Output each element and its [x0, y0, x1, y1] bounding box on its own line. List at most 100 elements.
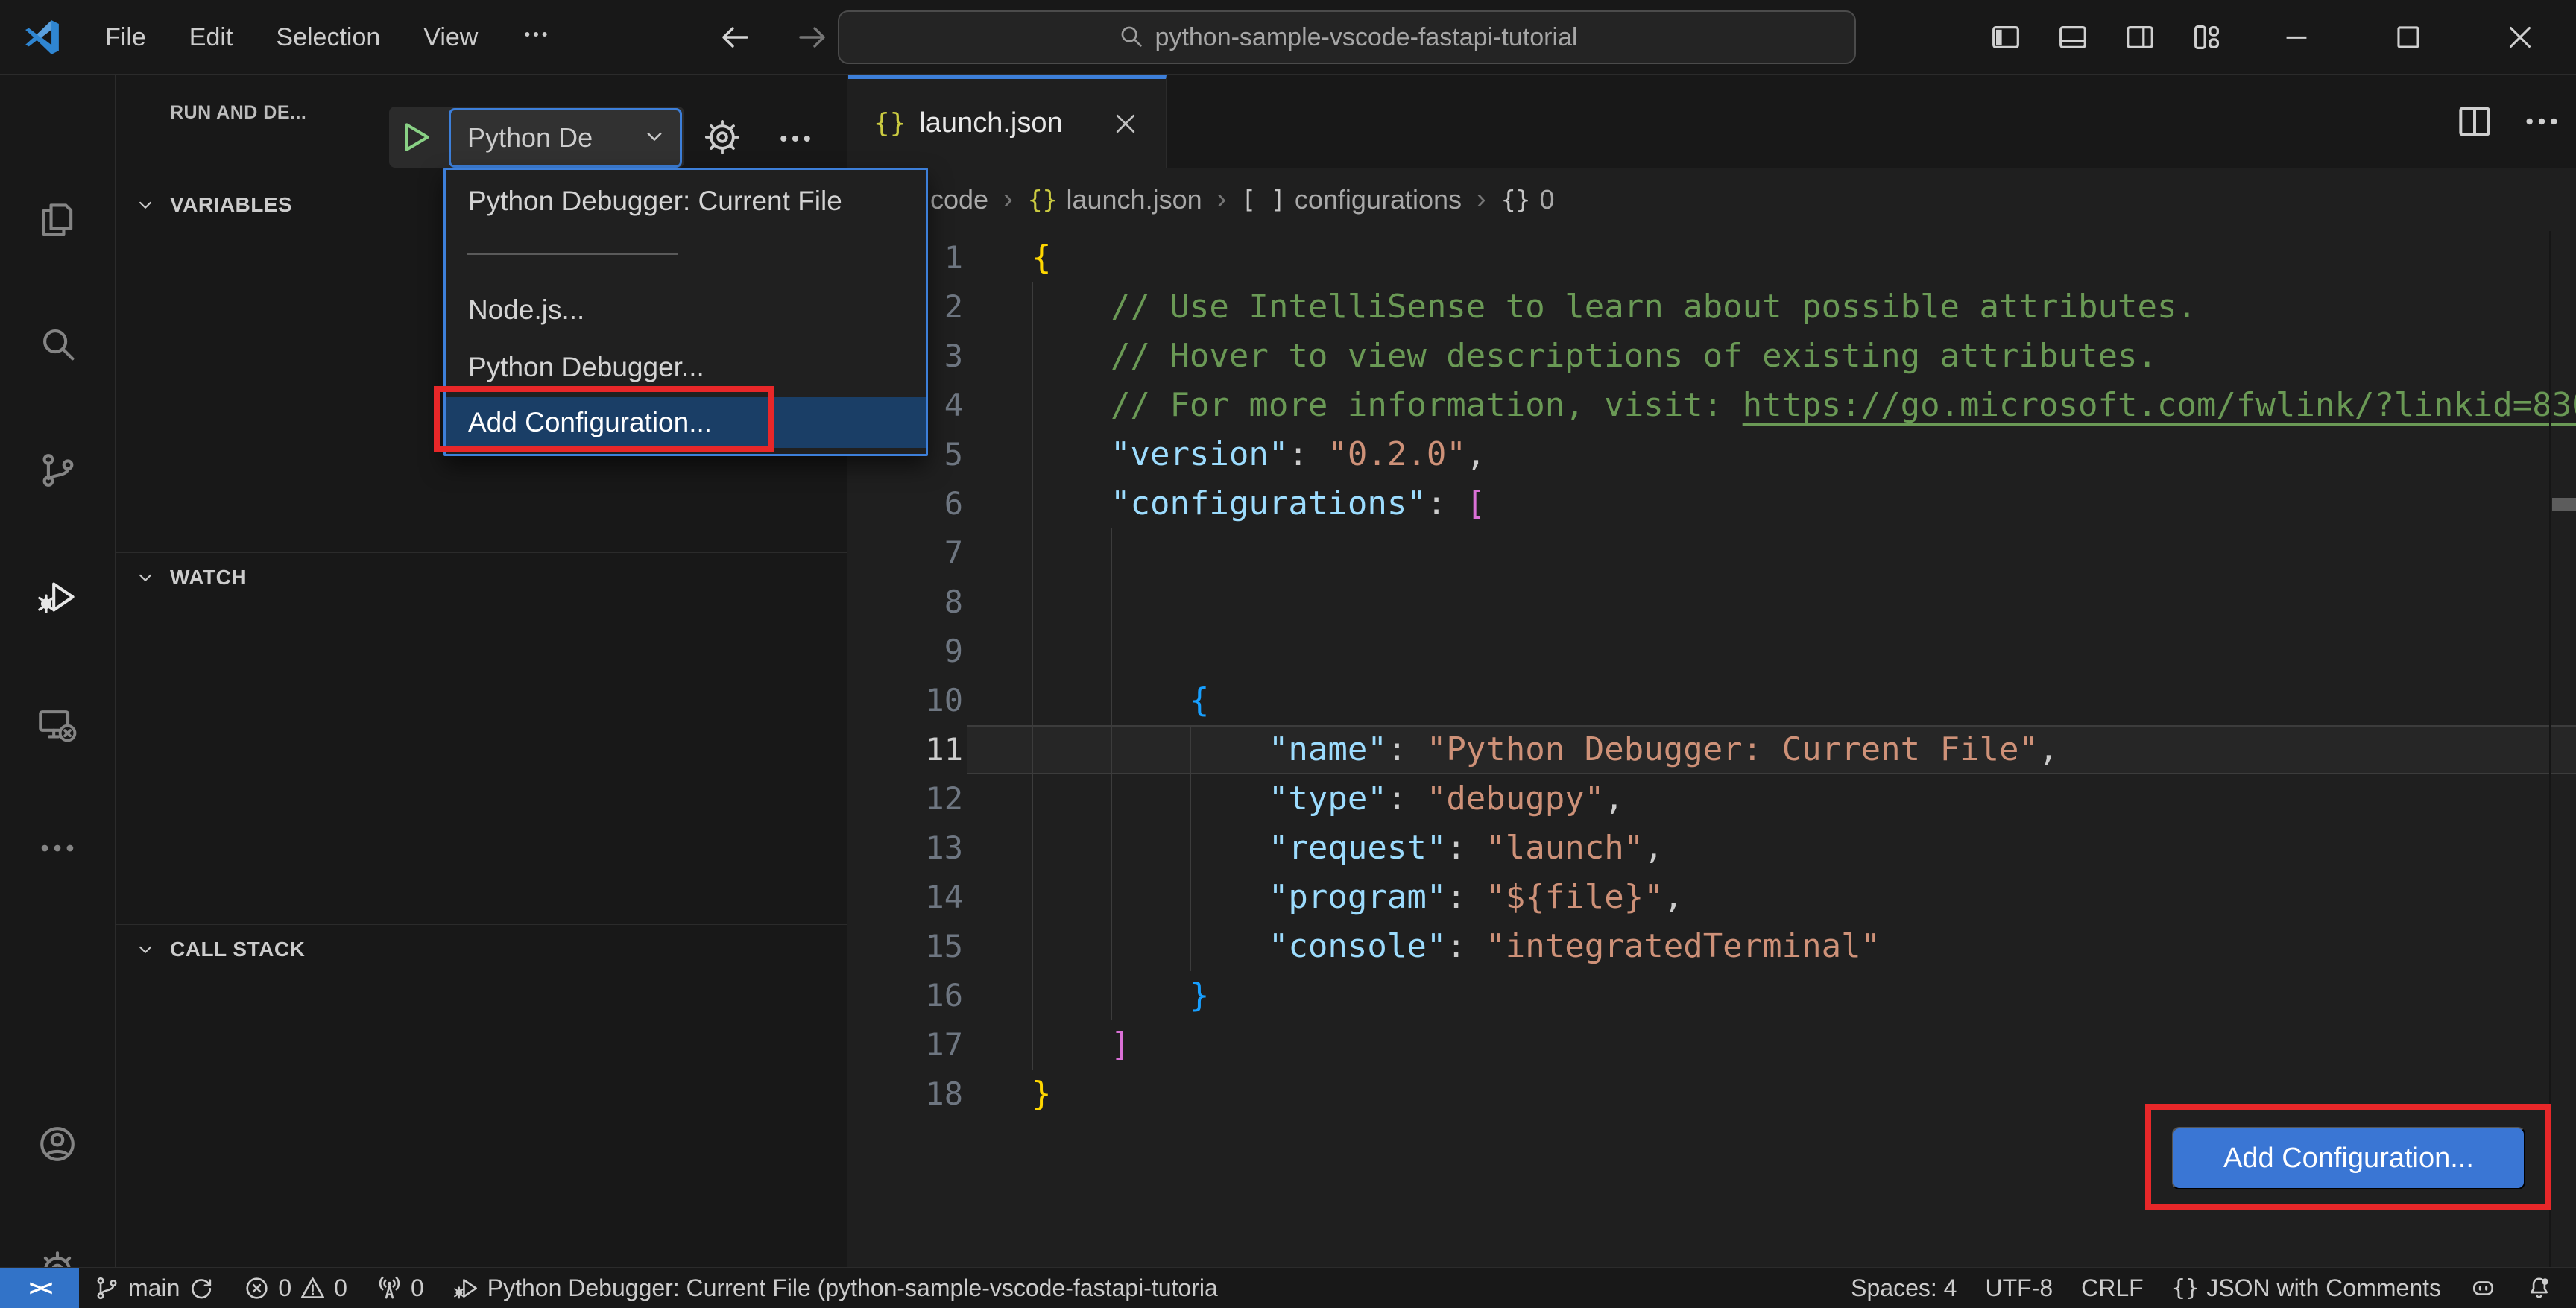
open-launch-json-gear-icon[interactable]: [702, 117, 742, 157]
activity-remote-explorer-remote-explorer-icon[interactable]: [34, 701, 81, 749]
debug-configuration-value: Python De: [467, 122, 593, 153]
line-number[interactable]: 16: [848, 971, 963, 1020]
window-controls: [1972, 0, 2576, 75]
code-line-3: // Hover to view descriptions of existin…: [1110, 337, 2157, 375]
breadcrumb-label: launch.json: [1066, 183, 1202, 215]
toggle-panel-icon[interactable]: [2039, 0, 2106, 75]
status-eol[interactable]: CRLF: [2067, 1268, 2158, 1308]
dropdown-item-python-debugger[interactable]: Python Debugger...: [446, 344, 926, 391]
editor-tab-bar: {} launch.json: [848, 75, 2576, 168]
close-icon[interactable]: [2464, 0, 2576, 75]
line-number[interactable]: 18: [848, 1070, 963, 1119]
maximize-icon[interactable]: [2352, 0, 2464, 75]
status-bar: >< main 0 0 0 Python Debugger: Current File …: [0, 1267, 2576, 1308]
line-number[interactable]: 7: [848, 528, 963, 578]
line-number[interactable]: 17: [848, 1020, 963, 1070]
activity-run-and-debug-debug-icon[interactable]: [34, 573, 81, 621]
menu-view[interactable]: View: [402, 0, 499, 75]
line-number[interactable]: 13: [848, 824, 963, 873]
navigate-forward-icon[interactable]: [795, 19, 830, 55]
annotation-red-box-button: [2145, 1104, 2551, 1210]
status-text: main: [128, 1274, 180, 1301]
code-line-1: {: [1032, 238, 1052, 277]
status-branch[interactable]: main: [79, 1268, 229, 1308]
chevron-down-icon: [134, 566, 157, 589]
bell-dot-icon: [2525, 1274, 2553, 1302]
command-center-search[interactable]: python-sample-vscode-fastapi-tutorial: [838, 10, 1856, 64]
radio-tower-icon: [376, 1274, 403, 1302]
toggle-secondary-sidebar-icon[interactable]: [2106, 0, 2174, 75]
copilot-icon: [2469, 1274, 2497, 1302]
activity-source-control-source-control-icon[interactable]: [34, 446, 81, 494]
breadcrumb-item-code[interactable]: code: [930, 184, 988, 215]
status-text: 0: [334, 1274, 347, 1301]
dropdown-item-node-js[interactable]: Node.js...: [446, 286, 926, 334]
section-watch[interactable]: WATCH: [116, 555, 847, 600]
line-number[interactable]: 11: [848, 725, 963, 774]
line-number[interactable]: 15: [848, 922, 963, 971]
activity-more-views-ellipsis-icon[interactable]: [34, 824, 81, 872]
debug-views-more-icon[interactable]: [775, 119, 815, 159]
tab-launch-json[interactable]: {} launch.json: [848, 75, 1167, 168]
vscode-logo-icon: [21, 16, 63, 58]
menu-file[interactable]: File: [83, 0, 168, 75]
activity-explorer-files-icon[interactable]: [34, 197, 81, 244]
braces-icon: {}: [1500, 185, 1531, 214]
close-icon[interactable]: [1111, 109, 1140, 139]
menu-more[interactable]: [499, 0, 572, 75]
split-editor-icon[interactable]: [2454, 101, 2496, 142]
status-notifications[interactable]: [2511, 1268, 2567, 1308]
dropdown-item-python-debugger-current-file[interactable]: Python Debugger: Current File: [446, 177, 926, 225]
sync-icon: [187, 1274, 215, 1302]
status-text: 0: [410, 1274, 424, 1301]
status-ports[interactable]: 0: [362, 1268, 438, 1308]
code-line-6: "configurations": [: [1110, 484, 1486, 522]
code-line-12: "type": "debugpy",: [1268, 780, 1624, 818]
menu-selection[interactable]: Selection: [254, 0, 402, 75]
error-icon: [243, 1274, 271, 1302]
menu-edit[interactable]: Edit: [168, 0, 255, 75]
line-number[interactable]: 6: [848, 479, 963, 528]
overview-ruler-marker: [2552, 498, 2576, 511]
section-call-stack[interactable]: CALL STACK: [116, 927, 847, 972]
status-debug-status[interactable]: Python Debugger: Current File (python-sa…: [438, 1268, 1232, 1308]
debug-configuration-select[interactable]: Python De: [449, 108, 682, 168]
more-actions-icon[interactable]: [2521, 101, 2563, 142]
code-line-15: "console": "integratedTerminal": [1268, 927, 1881, 965]
breadcrumb-label: 0: [1539, 183, 1555, 215]
code-line-2: // Use IntelliSense to learn about possi…: [1110, 288, 2197, 326]
line-number[interactable]: 14: [848, 873, 963, 922]
breadcrumb: code › {} launch.json › [ ] configurations › {} 0: [848, 168, 2576, 231]
breadcrumb-item-0[interactable]: {} 0: [1501, 184, 1555, 215]
breadcrumb-item-launch.json[interactable]: {} launch.json: [1028, 184, 1202, 215]
remote-indicator[interactable]: ><: [0, 1268, 79, 1308]
code-line-11: "name": "Python Debugger: Current File",: [1268, 730, 2059, 768]
status-encoding[interactable]: UTF-8: [1971, 1268, 2067, 1308]
line-number[interactable]: 10: [848, 676, 963, 725]
breadcrumb-label: configurations: [1294, 183, 1462, 215]
code-line-16: }: [1189, 976, 1210, 1014]
minimize-icon[interactable]: [2241, 0, 2352, 75]
braces-icon: {}: [2171, 1274, 2200, 1301]
ellipsis-icon: [521, 19, 551, 56]
status-problems[interactable]: 00: [229, 1268, 362, 1308]
start-debugging-icon[interactable]: [395, 117, 435, 157]
breadcrumb-item-configurations[interactable]: [ ] configurations: [1241, 184, 1462, 215]
brackets-icon: [ ]: [1241, 185, 1286, 214]
status-copilot[interactable]: [2455, 1268, 2511, 1308]
status-indentation[interactable]: Spaces: 4: [1837, 1268, 1971, 1308]
customize-layout-icon[interactable]: [2174, 0, 2241, 75]
breadcrumb-separator: ›: [1003, 183, 1013, 215]
editor-actions: [2454, 75, 2563, 168]
search-icon: [1117, 22, 1145, 54]
navigate-back-icon[interactable]: [717, 19, 753, 55]
toggle-primary-sidebar-icon[interactable]: [1972, 0, 2039, 75]
dropdown-separator: [467, 253, 678, 255]
activity-search-search-icon[interactable]: [34, 320, 81, 367]
line-number[interactable]: 8: [848, 578, 963, 627]
line-number[interactable]: 9: [848, 627, 963, 676]
activity-accounts-account-icon[interactable]: [34, 1120, 81, 1168]
status-text: UTF-8: [1985, 1274, 2053, 1301]
status-language-mode[interactable]: {} JSON with Comments: [2158, 1268, 2455, 1308]
line-number[interactable]: 12: [848, 774, 963, 824]
